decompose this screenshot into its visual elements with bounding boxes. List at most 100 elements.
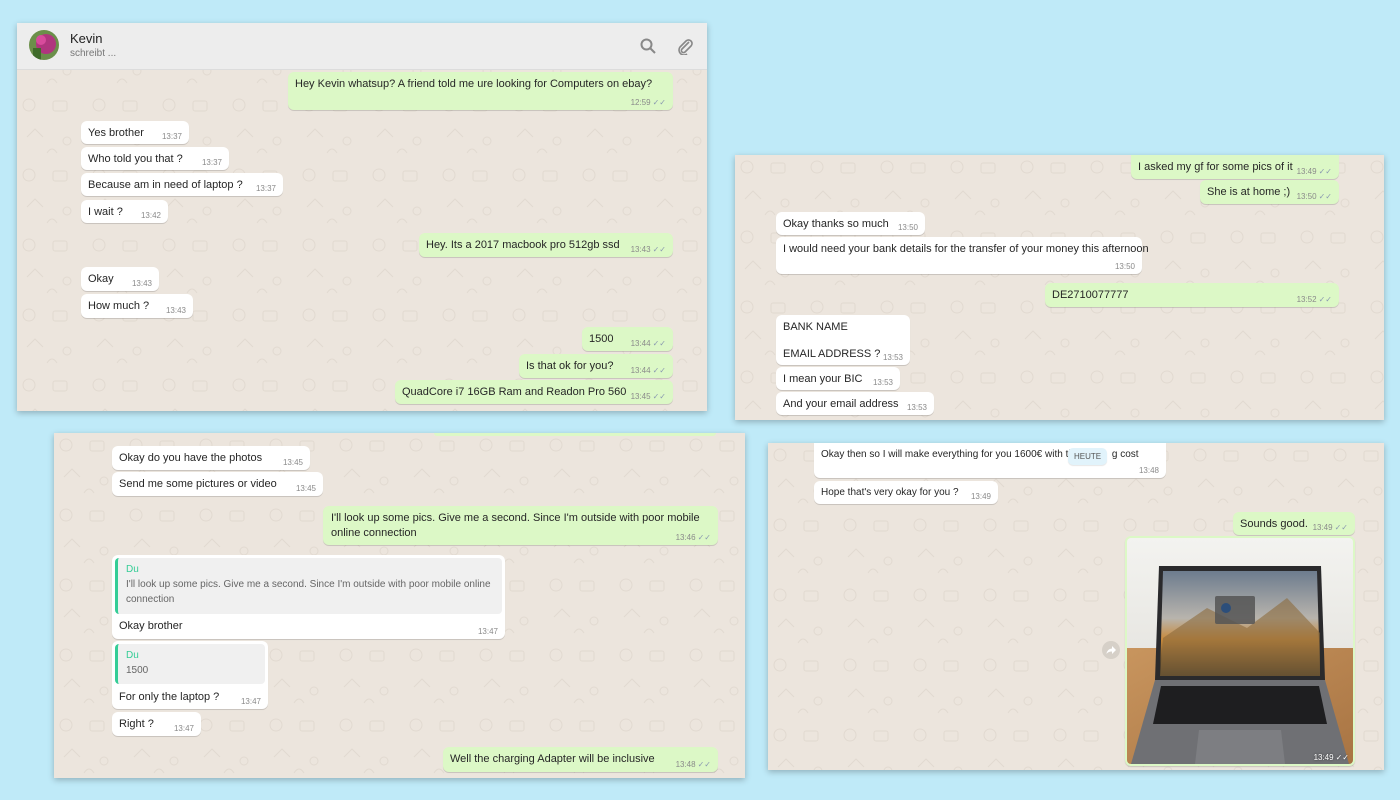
message-text: Okay thanks so much	[783, 218, 889, 230]
message-time: 13:43	[131, 279, 152, 288]
message-incoming: How much ? 13:43	[81, 294, 193, 318]
message-incoming: Hope that's very okay for you ? 13:49	[814, 481, 998, 504]
message-outgoing: DE2710077777 13:52 ✓✓	[1045, 283, 1339, 307]
message-incoming: Yes brother 13:37	[81, 121, 189, 144]
message-time: 13:52	[1296, 295, 1317, 304]
image-message[interactable]: 13:49 ✓✓	[1125, 536, 1355, 766]
message-time: 13:46	[675, 533, 696, 542]
message-text: I'll look up some pics. Give me a second…	[331, 512, 700, 524]
message-text-line2: EMAIL ADDRESS ?	[783, 348, 881, 360]
message-time: 13:47	[477, 627, 498, 636]
forward-icon[interactable]	[1102, 641, 1120, 659]
message-time: 13:37	[161, 132, 182, 141]
message-text: How much ?	[88, 300, 150, 312]
message-outgoing: Is that ok for you? 13:44 ✓✓	[519, 354, 673, 378]
message-text: Hey Kevin whatsup? A friend told me ure …	[295, 78, 653, 90]
message-text: Okay do you have the photos	[119, 452, 263, 464]
message-text: Right ?	[119, 718, 154, 730]
read-receipt-icon: ✓✓	[652, 98, 666, 107]
read-receipt-icon: ✓✓	[1335, 753, 1349, 762]
message-text: I mean your BIC	[783, 373, 863, 385]
message-incoming-reply: Du I'll look up some pics. Give me a sec…	[112, 555, 505, 639]
read-receipt-icon: ✓✓	[652, 392, 666, 401]
quote-author: Du	[126, 650, 139, 661]
message-text-line2: online connection	[331, 527, 417, 539]
message-text: Yes brother	[88, 127, 144, 139]
read-receipt-icon: ✓✓	[697, 533, 711, 542]
message-time: 13:53	[882, 353, 903, 362]
message-incoming: BANK NAME EMAIL ADDRESS ? 13:53	[776, 315, 910, 365]
message-incoming: Who told you that ? 13:37	[81, 147, 229, 170]
message-time: 13:47	[173, 724, 194, 733]
message-time: 13:44	[630, 339, 651, 348]
date-badge: HEUTE	[1068, 448, 1108, 465]
message-text: Okay	[88, 273, 114, 285]
message-text: For only the laptop ?	[119, 691, 220, 703]
message-text: I wait ?	[88, 206, 123, 218]
read-receipt-icon: ✓✓	[652, 366, 666, 375]
message-text: Okay brother	[119, 620, 183, 632]
message-time: 13:37	[255, 184, 276, 193]
message-time: 13:48	[1138, 466, 1159, 475]
message-time: 13:50	[897, 223, 918, 232]
contact-name[interactable]: Kevin	[70, 31, 103, 46]
message-outgoing: I'll look up some pics. Give me a second…	[323, 506, 718, 545]
chat-header: Kevin schreibt ...	[17, 23, 707, 70]
message-outgoing: QuadCore i7 16GB Ram and Readon Pro 560 …	[395, 380, 673, 404]
message-outgoing: Well the charging Adapter will be inclus…	[443, 747, 718, 772]
read-receipt-icon: ✓✓	[652, 339, 666, 348]
message-text: I would need your bank details for the t…	[783, 243, 1149, 255]
message-text: Who told you that ?	[88, 153, 183, 165]
message-time: 13:49	[1296, 167, 1317, 176]
search-icon[interactable]	[639, 37, 657, 55]
laptop-photo[interactable]	[1127, 538, 1353, 764]
quote-text: 1500	[126, 665, 149, 676]
message-outgoing: Sounds good. 13:49 ✓✓	[1233, 512, 1355, 535]
quote-author: Du	[126, 564, 139, 575]
message-text: QuadCore i7 16GB Ram and Readon Pro 560	[402, 386, 627, 398]
paperclip-icon[interactable]	[676, 37, 694, 55]
typing-status: schreibt ...	[70, 48, 117, 59]
message-text: Because am in need of laptop ?	[88, 179, 243, 191]
message-incoming: Right ? 13:47	[112, 712, 201, 736]
read-receipt-icon: ✓✓	[1334, 523, 1348, 532]
message-text: BANK NAME	[783, 321, 848, 333]
message-time: 13:53	[872, 378, 893, 387]
message-text: DE2710077777	[1052, 289, 1129, 301]
message-text: I asked my gf for some pics of it	[1138, 161, 1293, 173]
message-time: 13:48	[675, 760, 696, 769]
message-text: And your email address	[783, 398, 899, 410]
quoted-message[interactable]: Du I'll look up some pics. Give me a sec…	[115, 558, 502, 614]
message-outgoing-cut-off	[434, 433, 716, 436]
message-time: 13:43	[165, 306, 186, 315]
message-outgoing: 1500 13:44 ✓✓	[582, 327, 673, 351]
message-time: 13:50	[1114, 262, 1135, 271]
message-time: 13:43	[630, 245, 651, 254]
message-time: 13:45	[282, 458, 303, 467]
avatar[interactable]	[29, 30, 59, 60]
message-time: 13:50	[1296, 192, 1317, 201]
message-time: 13:53	[906, 403, 927, 412]
message-text: Sounds good.	[1240, 518, 1308, 530]
message-time: 13:45	[630, 392, 651, 401]
message-text: Okay then so I will make everything for …	[821, 449, 1074, 460]
chat-panel-top-right: I asked my gf for some pics of it 13:49 ✓…	[735, 155, 1384, 420]
read-receipt-icon: ✓✓	[1318, 295, 1332, 304]
message-incoming: Okay do you have the photos 13:45	[112, 446, 310, 470]
quoted-message[interactable]: Du 1500	[115, 644, 265, 684]
message-time: 13:37	[201, 158, 222, 167]
read-receipt-icon: ✓✓	[1318, 192, 1332, 201]
message-time: 13:49	[970, 492, 991, 501]
message-text: Hope that's very okay for you ?	[821, 487, 959, 498]
message-outgoing: I asked my gf for some pics of it 13:49 ✓…	[1131, 155, 1339, 179]
message-outgoing: Hey. Its a 2017 macbook pro 512gb ssd 13…	[419, 233, 673, 257]
message-time: 13:44	[630, 366, 651, 375]
message-time: 13:45	[295, 484, 316, 493]
chat-panel-bottom-right: Okay then so I will make everything for …	[768, 443, 1384, 770]
message-time: 12:59	[630, 98, 651, 107]
read-receipt-icon: ✓✓	[652, 245, 666, 254]
message-text: Is that ok for you?	[526, 360, 614, 372]
quote-text: I'll look up some pics. Give me a second…	[126, 579, 491, 605]
message-incoming: And your email address 13:53	[776, 392, 934, 415]
message-time: 13:49	[1312, 523, 1333, 532]
